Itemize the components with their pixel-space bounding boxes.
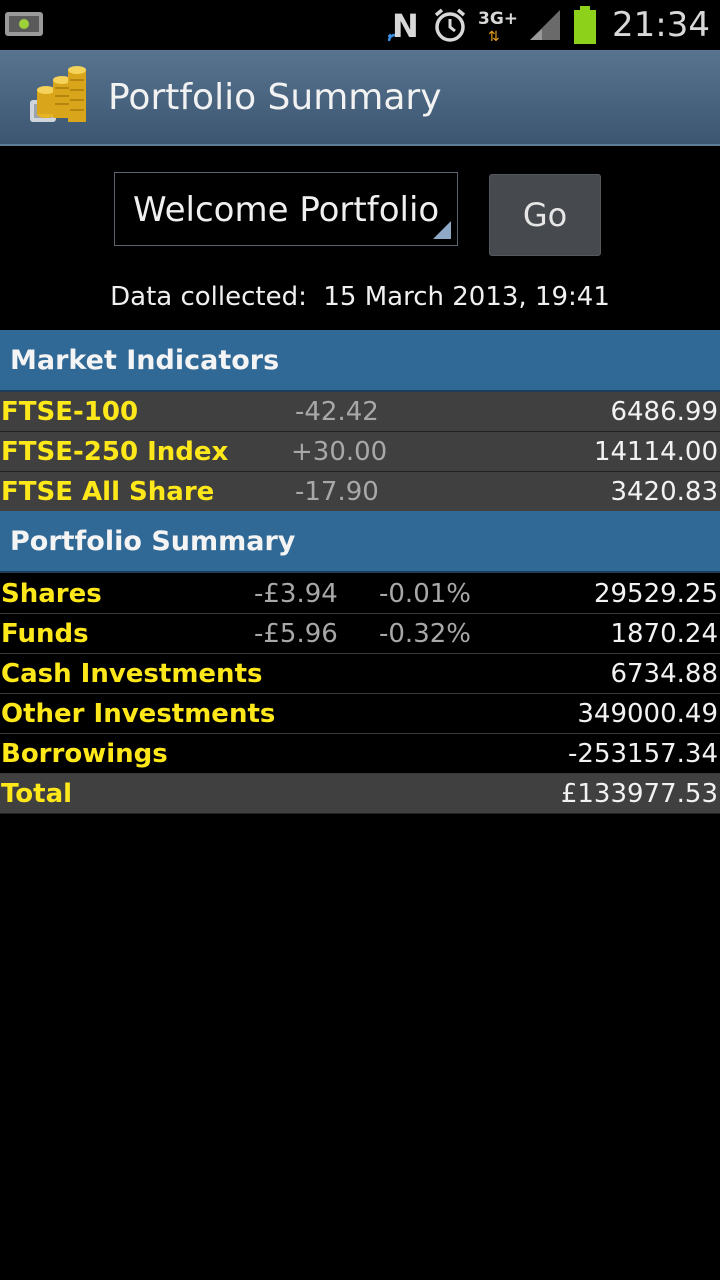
status-time: 21:34	[612, 5, 710, 45]
summary-row-name: Shares	[1, 579, 102, 609]
data-collected-text: Data collected: 15 March 2013, 19:41	[110, 282, 610, 312]
dropdown-arrow-icon	[433, 221, 451, 239]
summary-row-value: 6734.88	[610, 659, 718, 689]
market-row: FTSE All Share -17.90 3420.83	[0, 472, 720, 512]
summary-row-change-pct: -0.01%	[379, 579, 471, 609]
summary-row-name: Funds	[1, 619, 89, 649]
summary-row[interactable]: Other Investments 349000.49	[0, 694, 720, 734]
summary-row[interactable]: Shares -£3.94 -0.01% 29529.25	[0, 574, 720, 614]
portfolio-select[interactable]: Welcome Portfolio	[114, 172, 458, 246]
summary-row-value: 349000.49	[577, 699, 718, 729]
go-button[interactable]: Go	[489, 174, 601, 256]
summary-row-value: 29529.25	[593, 579, 718, 609]
market-row-change: +30.00	[291, 437, 388, 467]
summary-row-change: -£5.96	[254, 619, 338, 649]
summary-row-name: Other Investments	[1, 699, 276, 729]
page-title: Portfolio Summary	[108, 77, 442, 118]
summary-row-change: -£3.94	[254, 579, 338, 609]
market-row-name: FTSE-100	[1, 397, 139, 427]
market-row-value: 3420.83	[610, 477, 718, 507]
signal-icon	[530, 10, 561, 40]
market-row: FTSE-100 -42.42 6486.99	[0, 392, 720, 432]
market-row-value: 6486.99	[610, 397, 718, 427]
android-debug-icon	[5, 12, 43, 36]
market-row: FTSE-250 Index +30.00 14114.00	[0, 432, 720, 472]
status-icons: N 3G+ ⇅ 21:34	[388, 0, 710, 50]
summary-row-value: -253157.34	[568, 739, 718, 769]
gold-coins-icon	[30, 66, 86, 122]
battery-icon	[574, 6, 597, 44]
summary-row[interactable]: Borrowings -253157.34	[0, 734, 720, 774]
summary-row-change-pct: -0.32%	[379, 619, 471, 649]
summary-row-value: 1870.24	[610, 619, 718, 649]
total-label: Total	[1, 779, 73, 809]
portfolio-select-value: Welcome Portfolio	[133, 190, 440, 230]
summary-row-name: Borrowings	[1, 739, 168, 769]
nfc-icon: N	[388, 7, 419, 43]
market-row-name: FTSE All Share	[1, 477, 215, 507]
action-bar: Portfolio Summary	[0, 50, 720, 146]
status-bar: N 3G+ ⇅ 21:34	[0, 0, 720, 50]
market-indicators-header: Market Indicators	[0, 330, 720, 392]
market-row-change: -42.42	[295, 397, 379, 427]
market-row-value: 14114.00	[593, 437, 718, 467]
network-3g-icon: 3G+ ⇅	[478, 9, 519, 45]
portfolio-summary-header: Portfolio Summary	[0, 511, 720, 573]
market-row-change: -17.90	[295, 477, 379, 507]
alarm-icon	[434, 8, 466, 42]
summary-row[interactable]: Cash Investments 6734.88	[0, 654, 720, 694]
total-value: £133977.53	[560, 779, 718, 809]
total-row: Total £133977.53	[0, 774, 720, 814]
summary-row[interactable]: Funds -£5.96 -0.32% 1870.24	[0, 614, 720, 654]
summary-row-name: Cash Investments	[1, 659, 263, 689]
market-row-name: FTSE-250 Index	[1, 437, 229, 467]
network-type-label: 3G+	[478, 9, 519, 29]
svg-text:N: N	[392, 7, 419, 43]
